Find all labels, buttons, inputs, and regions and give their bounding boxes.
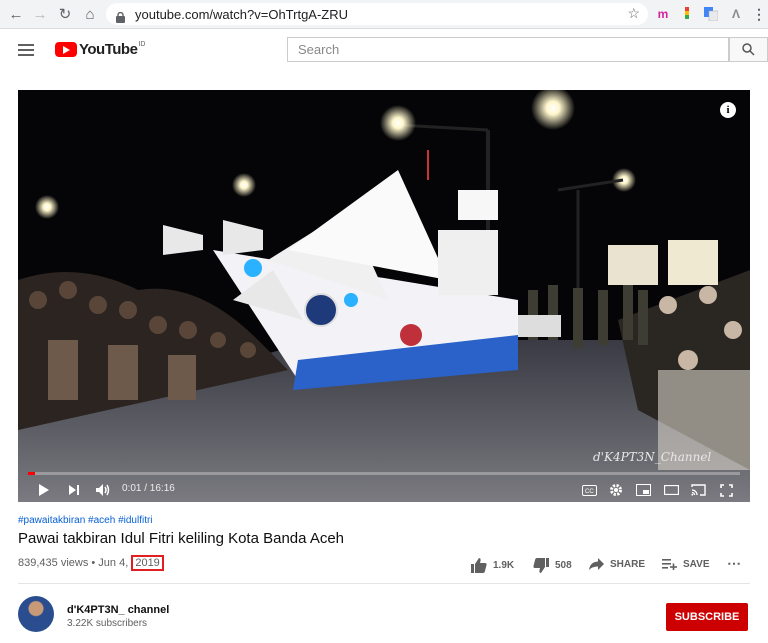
search-button[interactable] [729,37,768,62]
extension-m-icon[interactable]: m [654,5,672,23]
bookmark-star-icon[interactable]: ☆ [627,5,640,22]
like-count: 1.9K [493,560,515,571]
channel-watermark: d'K4PT3N_Channel [593,450,712,464]
time-display: 0:01 / 16:16 [122,483,175,494]
settings-gear-icon[interactable] [608,480,624,500]
address-bar[interactable]: youtube.com/watch?v=OhTrtgA-ZRU ☆ [106,3,648,25]
browser-toolbar: ← → ↻ ⌂ youtube.com/watch?v=OhTrtgA-ZRU … [0,0,768,29]
share-label: SHARE [610,558,646,570]
miniplayer-icon[interactable] [635,480,651,500]
player-controls: 0:01 / 16:16 CC [18,478,750,502]
views-date: 839,435 views • Jun 4, [18,557,129,569]
youtube-logo[interactable]: YouTube ID [55,41,145,58]
playlist-add-icon [662,559,677,570]
next-icon[interactable] [66,480,82,500]
url-text: youtube.com/watch?v=OhTrtgA-ZRU [135,6,349,22]
divider [18,583,750,584]
hamburger-menu-icon[interactable] [18,44,34,56]
lock-icon [116,10,125,23]
dislike-count: 508 [555,560,572,571]
channel-avatar[interactable] [18,596,54,632]
info-icon[interactable]: i [720,102,736,118]
back-icon[interactable]: ← [6,4,26,24]
forward-icon[interactable]: → [30,4,50,24]
upload-year: 2019 [131,555,164,571]
video-meta: 839,435 views • Jun 4, 2019 [18,555,164,571]
save-button[interactable]: SAVE [662,558,710,570]
video-player[interactable]: i d'K4PT3N_Channel 0:01 / 16:16 CC [18,90,750,502]
extension-pen-icon[interactable] [678,5,696,23]
captions-icon[interactable]: CC [581,480,597,500]
channel-name[interactable]: d'K4PT3N_ channel [67,604,169,616]
thumbs-down-icon [533,558,549,573]
progress-bar[interactable] [28,472,740,475]
home-icon[interactable]: ⌂ [80,4,100,24]
cast-icon[interactable] [690,480,706,500]
subscribe-button[interactable]: SUBSCRIBE [666,603,748,631]
progress-fill [28,472,36,475]
video-hashtags[interactable]: #pawaitakbiran #aceh #idulfitri [18,515,153,526]
dislike-button[interactable]: 508 [533,558,572,573]
more-actions-icon[interactable]: ⋯ [727,555,741,572]
translate-icon[interactable] [702,5,720,23]
save-label: SAVE [683,558,710,570]
youtube-header: YouTube ID [0,29,768,71]
reload-icon[interactable]: ↻ [55,4,75,24]
thumbs-up-icon [471,558,487,573]
youtube-play-icon [55,42,77,57]
logo-text: YouTube [79,41,138,58]
svg-text:CC: CC [585,489,594,495]
extension-triangle-icon[interactable]: Λ [727,5,745,23]
search-input[interactable] [296,38,720,61]
search-box[interactable] [287,37,729,62]
theater-mode-icon[interactable] [663,480,679,500]
share-button[interactable]: SHARE [589,558,645,570]
logo-region: ID [138,41,146,48]
video-frame [18,90,750,502]
like-button[interactable]: 1.9K [471,558,514,573]
share-icon [589,558,604,570]
play-icon[interactable] [36,480,52,500]
search-icon [742,43,755,56]
subscriber-count: 3.22K subscribers [67,618,148,629]
fullscreen-icon[interactable] [718,480,734,500]
menu-dots-icon[interactable]: ⋮ [750,5,768,23]
video-title: Pawai takbiran Idul Fitri keliling Kota … [18,530,345,547]
volume-icon[interactable] [94,480,112,500]
